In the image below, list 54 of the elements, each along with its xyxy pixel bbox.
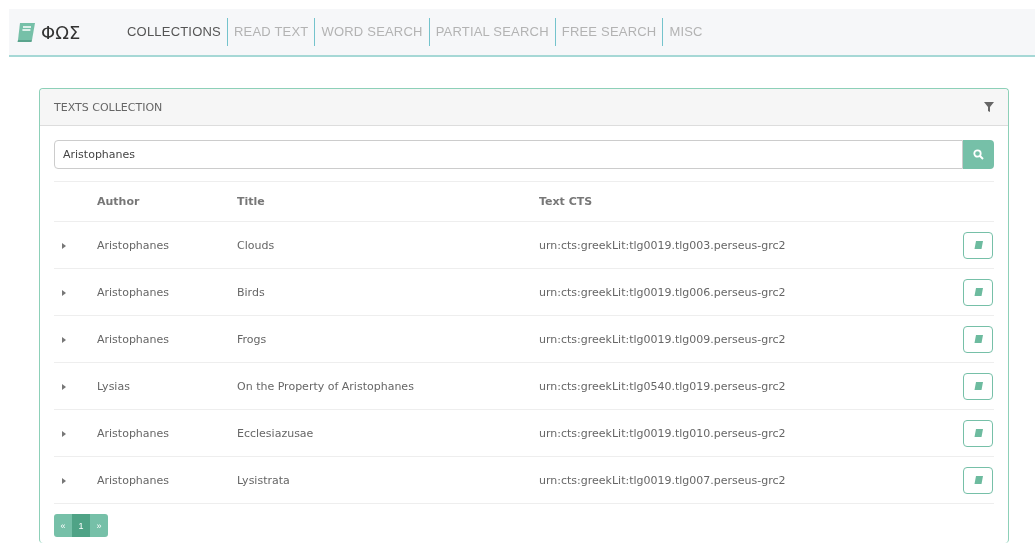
column-header: Title — [236, 181, 538, 222]
table-cell: Lysias — [96, 362, 236, 410]
open-text-button[interactable] — [963, 231, 993, 259]
table-cell: urn:cts:greekLit:tlg0019.tlg003.perseus-grc2 — [538, 221, 952, 269]
table-cell: Lysistrata — [236, 456, 538, 504]
expand-icon[interactable] — [62, 477, 66, 484]
table-cell: Clouds — [236, 221, 538, 269]
nav-link[interactable]: MISC — [662, 18, 709, 46]
table-cell: Aristophanes — [96, 315, 236, 363]
nav-link[interactable]: FREE SEARCH — [554, 18, 663, 46]
table-cell: Birds — [236, 268, 538, 316]
previous-page-button[interactable]: « — [54, 514, 72, 537]
nav-link[interactable]: READ TEXT — [226, 18, 315, 46]
expand-icon[interactable] — [62, 242, 66, 249]
open-text-button[interactable] — [963, 419, 993, 447]
filter-icon[interactable] — [984, 102, 994, 112]
expand-icon[interactable] — [62, 336, 66, 343]
table-cell: On the Property of Aristophanes — [236, 362, 538, 410]
open-text-button[interactable] — [963, 372, 993, 400]
book-icon — [973, 476, 983, 484]
next-page-button[interactable]: » — [90, 514, 108, 537]
table-cell: Ecclesiazusae — [236, 409, 538, 457]
column-header: Author — [96, 181, 236, 222]
search-field[interactable]: Aristophanes — [54, 140, 963, 169]
table-cell: urn:cts:greekLit:tlg0019.tlg009.perseus-grc2 — [538, 315, 952, 363]
table-cell: Aristophanes — [96, 221, 236, 269]
expand-icon[interactable] — [62, 430, 66, 437]
book-icon — [973, 288, 983, 296]
table-cell: urn:cts:greekLit:tlg0019.tlg007.perseus-grc2 — [538, 456, 952, 504]
open-text-button[interactable] — [963, 325, 993, 353]
nav-link[interactable]: COLLECTIONS — [121, 18, 227, 46]
table-cell: urn:cts:greekLit:tlg0019.tlg010.perseus-grc2 — [538, 409, 952, 457]
book-icon — [973, 241, 983, 249]
book-icon — [15, 21, 37, 43]
expand-icon[interactable] — [62, 383, 66, 390]
table-cell: Aristophanes — [96, 409, 236, 457]
book-icon — [973, 429, 983, 437]
open-text-button[interactable] — [963, 466, 993, 494]
table-cell: Aristophanes — [96, 456, 236, 504]
nav-link[interactable]: WORD SEARCH — [314, 18, 429, 46]
brand-title[interactable]: ΦΩΣ — [41, 21, 81, 43]
page-button[interactable]: 1 — [72, 514, 90, 537]
panel-title: TEXTS COLLECTION — [54, 100, 163, 114]
nav-link[interactable]: PARTIAL SEARCH — [428, 18, 555, 46]
table-cell: Frogs — [236, 315, 538, 363]
expand-icon[interactable] — [62, 289, 66, 296]
column-header: Text CTS — [538, 181, 952, 222]
book-icon — [973, 382, 983, 390]
table-cell: urn:cts:greekLit:tlg0019.tlg006.perseus-grc2 — [538, 268, 952, 316]
open-text-button[interactable] — [963, 278, 993, 306]
table-cell: urn:cts:greekLit:tlg0540.tlg019.perseus-grc2 — [538, 362, 952, 410]
book-icon — [973, 335, 983, 343]
table-cell: Aristophanes — [96, 268, 236, 316]
search-icon — [973, 149, 984, 160]
